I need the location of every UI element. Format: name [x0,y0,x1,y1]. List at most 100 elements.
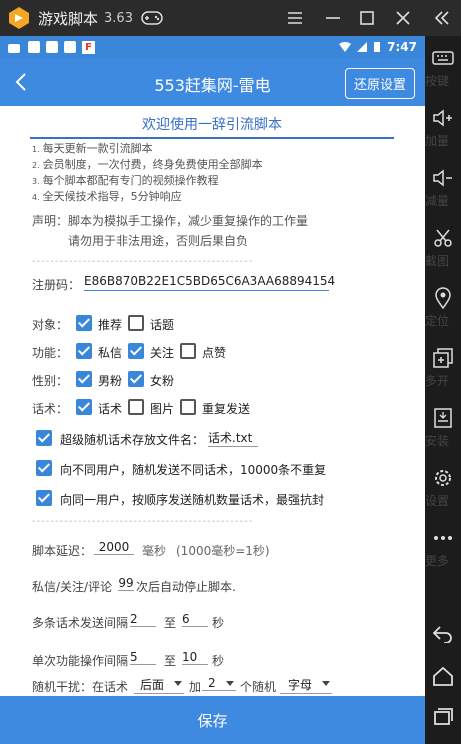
single-interval-unit: 秒 [212,654,225,668]
delay-unit: 毫秒 [142,544,167,558]
script-text-checkbox[interactable] [76,399,92,415]
minimize-icon[interactable] [321,6,345,30]
maximize-icon[interactable] [355,6,379,30]
interfere-type-select[interactable]: 字母 [280,676,332,694]
function-follow-checkbox[interactable] [128,343,144,359]
nav-home-icon[interactable] [425,664,461,688]
gender-female-label: 女粉 [150,374,175,388]
gender-male-checkbox[interactable] [76,371,92,387]
sidebar-item-volume-down[interactable]: 减量 [425,166,461,208]
single-interval-to-label: 至 [164,654,177,668]
interfere-mid-label: 个随机 [240,680,277,694]
reset-settings-button[interactable]: 还原设置 [344,68,415,99]
function-like-checkbox[interactable] [180,343,196,359]
sidebar-item-location[interactable]: 定位 [425,286,461,328]
interfere-count-select[interactable]: 2 [202,676,236,691]
app-f-icon: F [82,40,95,54]
delay-label: 脚本延迟： [32,544,93,558]
disclaimer-line: 请勿用于非法用途，否则后果自负 [68,234,249,248]
app-logo-icon [9,7,29,29]
feature-item: 2. 会员制度，一次付费，终身免费使用全部脚本 [32,158,263,171]
nav-back-icon[interactable] [425,622,461,646]
settings-form: 欢迎使用一辞引流脚本 1. 每天更新一款引流脚本 2. 会员制度，一次付费，终身免费… [0,106,425,696]
sidebar-item-settings[interactable]: 设置 [425,466,461,508]
feature-item: 4. 全天候技术指导，5分钟响应 [32,190,182,203]
multi-interval-from-input[interactable]: 2 [130,612,156,627]
target-recommend-label: 推荐 [98,318,123,332]
same-user-checkbox[interactable] [36,490,52,506]
sidebar-item-keys[interactable]: 按键 [425,46,461,88]
function-dm-checkbox[interactable] [76,343,92,359]
sidebar-item-more[interactable]: 更多 [425,526,461,568]
multi-interval-label: 多条话术发送间隔 [32,616,129,630]
android-icon [8,44,20,53]
script-filename-input[interactable]: 话术.txt [208,429,258,447]
gender-female-checkbox[interactable] [128,371,144,387]
collapse-sidebar-icon[interactable] [430,6,454,30]
window-title: 游戏脚本 [38,9,99,28]
multi-open-icon [425,346,461,370]
apk-icon [425,406,461,430]
interfere-add-label: 加 [189,680,202,694]
script-repeat-label: 重复发送 [202,402,251,416]
multi-interval-to-label: 至 [164,616,177,630]
target-topic-label: 话题 [150,318,175,332]
delay-hint: (1000毫秒=1秒) [176,544,270,558]
menu-icon[interactable] [283,6,307,30]
notification-icon [64,41,76,53]
window-version: 3.63 [104,10,133,26]
close-icon[interactable] [391,6,415,30]
more-icon [425,526,461,550]
script-image-checkbox[interactable] [128,399,144,415]
delay-input[interactable]: 2000 [94,540,134,555]
chevron-down-icon [174,681,182,686]
gender-label: 性别： [32,374,69,388]
function-dm-label: 私信 [98,346,123,360]
target-topic-checkbox[interactable] [128,315,144,331]
stop-after-input[interactable]: 99 [118,576,134,591]
single-interval-to-input[interactable]: 10 [182,650,208,665]
script-repeat-checkbox[interactable] [180,399,196,415]
save-button[interactable]: 保存 [0,696,425,744]
gear-icon [425,466,461,490]
feature-item: 1. 每天更新一款引流脚本 [32,142,153,155]
function-label: 功能： [32,346,69,360]
super-random-checkbox[interactable] [36,430,52,446]
interfere-position-select[interactable]: 后面 [134,676,184,694]
target-label: 对象： [32,318,69,332]
target-recommend-checkbox[interactable] [76,315,92,331]
feature-item: 3. 每个脚本都配有专门的视频操作教程 [32,174,219,187]
sidebar-item-volume-up[interactable]: 加量 [425,106,461,148]
script-label: 话术： [32,402,69,416]
battery-icon [374,42,381,52]
keyboard-icon [425,46,461,70]
diff-users-checkbox[interactable] [36,460,52,476]
clock: 7:47 [387,40,417,54]
diff-users-label: 向不同用户，随机发送不同话术，10000条不重复 [60,463,327,477]
single-interval-from-input[interactable]: 5 [130,650,156,665]
random-interfere-label: 随机干扰：在话术 [32,680,129,694]
chevron-down-icon [322,681,330,686]
disclaimer-line: 声明：脚本为模拟手工操作，减少重复操作的工作量 [32,214,309,228]
multi-interval-to-input[interactable]: 6 [182,612,208,627]
divider: ----------------------------------------… [32,516,254,527]
multi-interval-unit: 秒 [212,616,225,630]
stop-after-suffix: 次后自动停止脚本. [136,580,236,594]
volume-up-icon [425,106,461,130]
notification-icon [28,41,40,53]
wifi-icon [339,42,352,52]
gender-male-label: 男粉 [98,374,123,388]
welcome-heading: 欢迎使用一辞引流脚本 [30,114,394,139]
sidebar-item-screenshot[interactable]: 截图 [425,226,461,268]
gamepad-icon[interactable] [141,10,163,26]
volume-down-icon [425,166,461,190]
chevron-down-icon [226,681,234,686]
script-image-label: 图片 [150,402,175,416]
sidebar-item-install[interactable]: 安装 [425,406,461,448]
notification-icon [46,41,58,53]
scissors-icon [425,226,461,250]
nav-recent-icon[interactable] [425,704,461,728]
script-text-label: 话术 [98,402,123,416]
sidebar-item-multi-open[interactable]: 多开 [425,346,461,388]
registration-code-input[interactable]: E86B870B22E1C5BD65C6A3AA68894154 [84,274,335,291]
